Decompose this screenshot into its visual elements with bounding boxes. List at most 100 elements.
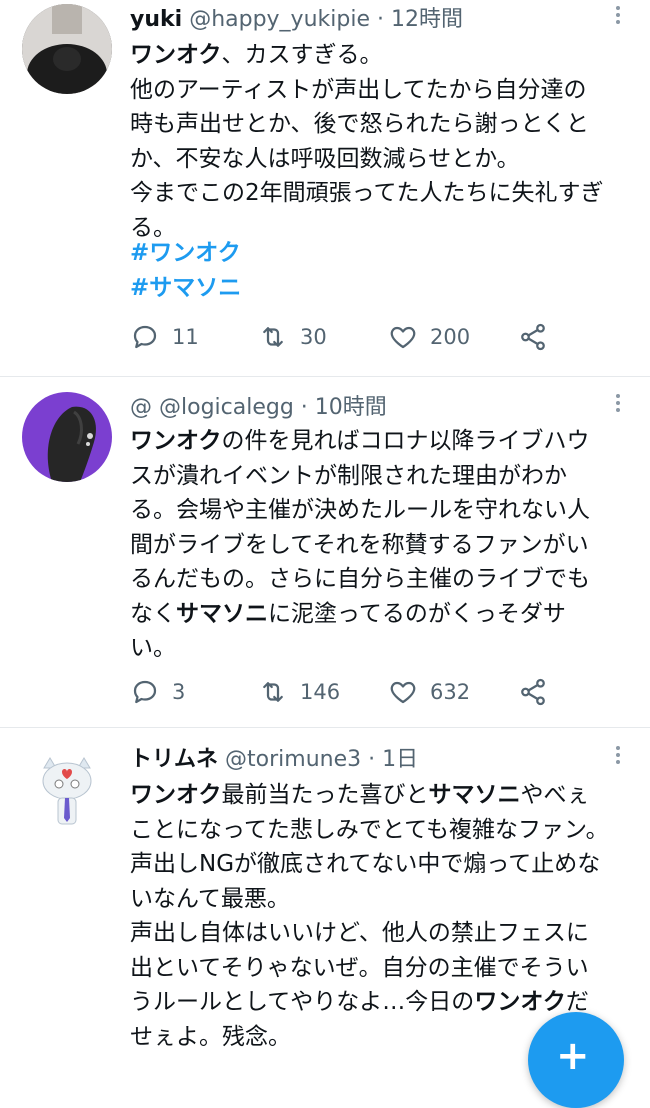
share-button[interactable] <box>518 672 548 712</box>
tweet-text-line: 出といてそりゃないぜ。自分の主催でそうい <box>130 951 630 986</box>
heart-icon <box>390 326 416 349</box>
like-button[interactable]: 632 <box>388 672 470 712</box>
tweet-header: トリムネ @torimune3 · 1日 <box>130 743 600 777</box>
more-options-icon[interactable] <box>608 3 628 31</box>
retweet-count: 30 <box>300 325 327 349</box>
retweet-button[interactable]: 30 <box>258 317 327 357</box>
tweet-text-line: 声出し自体はいいけど、他人の禁止フェスに <box>130 916 630 951</box>
share-button[interactable] <box>518 317 548 357</box>
tweet-3[interactable]: トリムネ @torimune3 · 1日 ワンオク最前当たった喜びとサマソニやべ… <box>0 728 650 1057</box>
text-run: か、不安な人は呼吸回数減らせとか。 <box>130 145 520 172</box>
compose-tweet-button[interactable]: + <box>528 1012 624 1108</box>
author-name[interactable]: トリムネ <box>130 747 218 772</box>
tweet-text: ワンオク最前当たった喜びとサマソニやべぇ ことになってた悲しみでとても複雑なファン… <box>130 778 630 1054</box>
compose-plus-icon: + <box>556 1033 590 1079</box>
tweet-header: yuki @happy_yukipie · 12時間 <box>130 3 600 37</box>
hashtag-link[interactable]: #サマソニ <box>130 271 630 306</box>
tweet-header: @ @logicalegg · 10時間 <box>130 391 600 425</box>
separator-dot: · <box>377 7 384 32</box>
tweet-text-line: 時も声出せとか、後で怒られたら謝っとくと <box>130 107 630 142</box>
reply-button[interactable]: 3 <box>130 672 185 712</box>
more-options-icon[interactable] <box>608 743 628 771</box>
reply-count: 11 <box>172 325 199 349</box>
reply-icon <box>133 325 157 349</box>
text-run: ことになってた悲しみでとても複雑なファン。 <box>130 816 609 843</box>
text-run: るんだもの。さらに自分ら主催のライブでも <box>130 566 590 592</box>
text-run: なく <box>130 600 176 627</box>
keyword-text: ワンオク <box>474 989 566 1015</box>
text-run: 間がライブをしてそれを称賛するファンがい <box>130 531 589 558</box>
tweet-text: ワンオク、カスすぎる。他のアーティストが声出してたから自分達の 時も声出せとか、後… <box>130 38 630 245</box>
tweet-text-line: ワンオクの件を見ればコロナ以降ライブハウ <box>130 424 630 459</box>
reply-count: 3 <box>172 680 186 704</box>
separator-dot: · <box>300 395 308 420</box>
hashtags: #ワンオク #サマソニ <box>130 236 630 305</box>
tweet-text-line: なくサマソニに泥塗ってるのがくっそダサ <box>130 597 630 632</box>
keyword-text: ワンオク <box>130 428 222 454</box>
text-run: 時も声出せとか、後で怒られたら謝っとくと <box>130 111 589 137</box>
avatar[interactable] <box>22 746 112 836</box>
tweet-text-line: 間がライブをしてそれを称賛するファンがい <box>130 528 630 563</box>
like-button[interactable]: 200 <box>388 317 470 357</box>
timestamp[interactable]: 10時間 <box>315 395 387 420</box>
tweet-text-line: 他のアーティストが声出してたから自分達の <box>130 73 630 108</box>
keyword-text: サマソニ <box>176 600 268 627</box>
keyword-text: ワンオク <box>130 782 222 808</box>
tweet-text-line: 声出しNGが徹底されてない中で煽って止めな <box>130 847 630 882</box>
tweet-text-line: ワンオク、カスすぎる。 <box>130 38 630 73</box>
text-run: に泥塗ってるのがくっそダサ <box>268 600 566 627</box>
text-run: 声出し自体はいいけど、他人の禁止フェスに <box>130 920 589 946</box>
tweet-text-line: か、不安な人は呼吸回数減らせとか。 <box>130 142 630 177</box>
tweet-text-line: ワンオク最前当たった喜びとサマソニやべぇ <box>130 778 630 813</box>
more-options-icon[interactable] <box>608 391 628 419</box>
tweet-text-line: る。会場や主催が決めたルールを守れない人 <box>130 493 630 528</box>
text-run: 他のアーティストが声出してたから自分達の <box>130 76 587 103</box>
author-name[interactable]: yuki <box>130 7 182 32</box>
tweet-actions: 3 146 632 <box>130 672 630 712</box>
text-run: の件を見ればコロナ以降ライブハウ <box>221 428 590 454</box>
avatar-photo-icon <box>22 4 112 94</box>
text-run: る。会場や主催が決めたルールを守れない人 <box>130 497 590 523</box>
tweet-text-line: 今までこの2年間頑張ってた人たちに失礼すぎ <box>130 176 630 211</box>
reply-icon <box>133 680 157 704</box>
avatar[interactable] <box>22 392 112 482</box>
avatar-illustration-icon <box>22 746 112 836</box>
separator-dot: · <box>368 747 376 772</box>
text-run: 出といてそりゃないぜ。自分の主催でそうい <box>130 954 589 981</box>
tweet-2[interactable]: @ @logicalegg · 10時間 ワンオクの件を見ればコロナ以降ライブハ… <box>0 377 650 727</box>
retweet-count: 146 <box>300 680 341 704</box>
tweet-text-line: るんだもの。さらに自分ら主催のライブでも <box>130 562 630 597</box>
heart-icon <box>390 681 416 704</box>
tweet-1[interactable]: yuki @happy_yukipie · 12時間 ワンオク、カスすぎる。他の… <box>0 0 650 375</box>
text-run: 最前当たった喜びと <box>221 782 429 808</box>
avatar[interactable] <box>22 4 112 94</box>
like-count: 200 <box>430 325 471 349</box>
timestamp[interactable]: 12時間 <box>391 7 463 32</box>
text-run: やべぇ <box>520 782 590 808</box>
text-run: せぇよ。残念。 <box>130 1023 291 1050</box>
tweet-text-line: い。 <box>130 631 630 666</box>
hashtag-link[interactable]: #ワンオク <box>130 236 630 271</box>
retweet-icon <box>263 327 283 347</box>
like-count: 632 <box>430 680 471 704</box>
tweet-text-line: いなんて最悪。 <box>130 882 630 917</box>
tweet-text-line: ことになってた悲しみでとても複雑なファン。 <box>130 813 630 848</box>
timestamp[interactable]: 1日 <box>382 747 418 772</box>
reply-button[interactable]: 11 <box>130 317 199 357</box>
text-run: 今までこの2年間頑張ってた人たちに失礼すぎ <box>130 180 604 206</box>
tweet-text-line: うルールとしてやりなよ…今日のワンオクだ <box>130 985 630 1020</box>
text-run: 、カスすぎる。 <box>221 42 383 68</box>
text-run: うルールとしてやりなよ…今日の <box>130 989 475 1015</box>
text-run: い。 <box>130 635 176 661</box>
share-icon <box>521 323 545 351</box>
author-handle[interactable]: @happy_yukipie <box>189 7 370 32</box>
author-handle[interactable]: @torimune3 <box>225 747 361 772</box>
text-run: 声出しNGが徹底されてない中で煽って止めな <box>130 851 601 877</box>
tweet-text: ワンオクの件を見ればコロナ以降ライブハウ スが潰れイベントが制限された理由がわかる… <box>130 424 630 666</box>
author-handle[interactable]: @ @logicalegg <box>130 395 294 420</box>
avatar-photo-icon <box>22 392 112 482</box>
tweet-actions: 11 30 200 <box>130 317 630 357</box>
retweet-button[interactable]: 146 <box>258 672 340 712</box>
keyword-text: サマソニ <box>428 782 521 808</box>
share-icon <box>521 678 545 706</box>
